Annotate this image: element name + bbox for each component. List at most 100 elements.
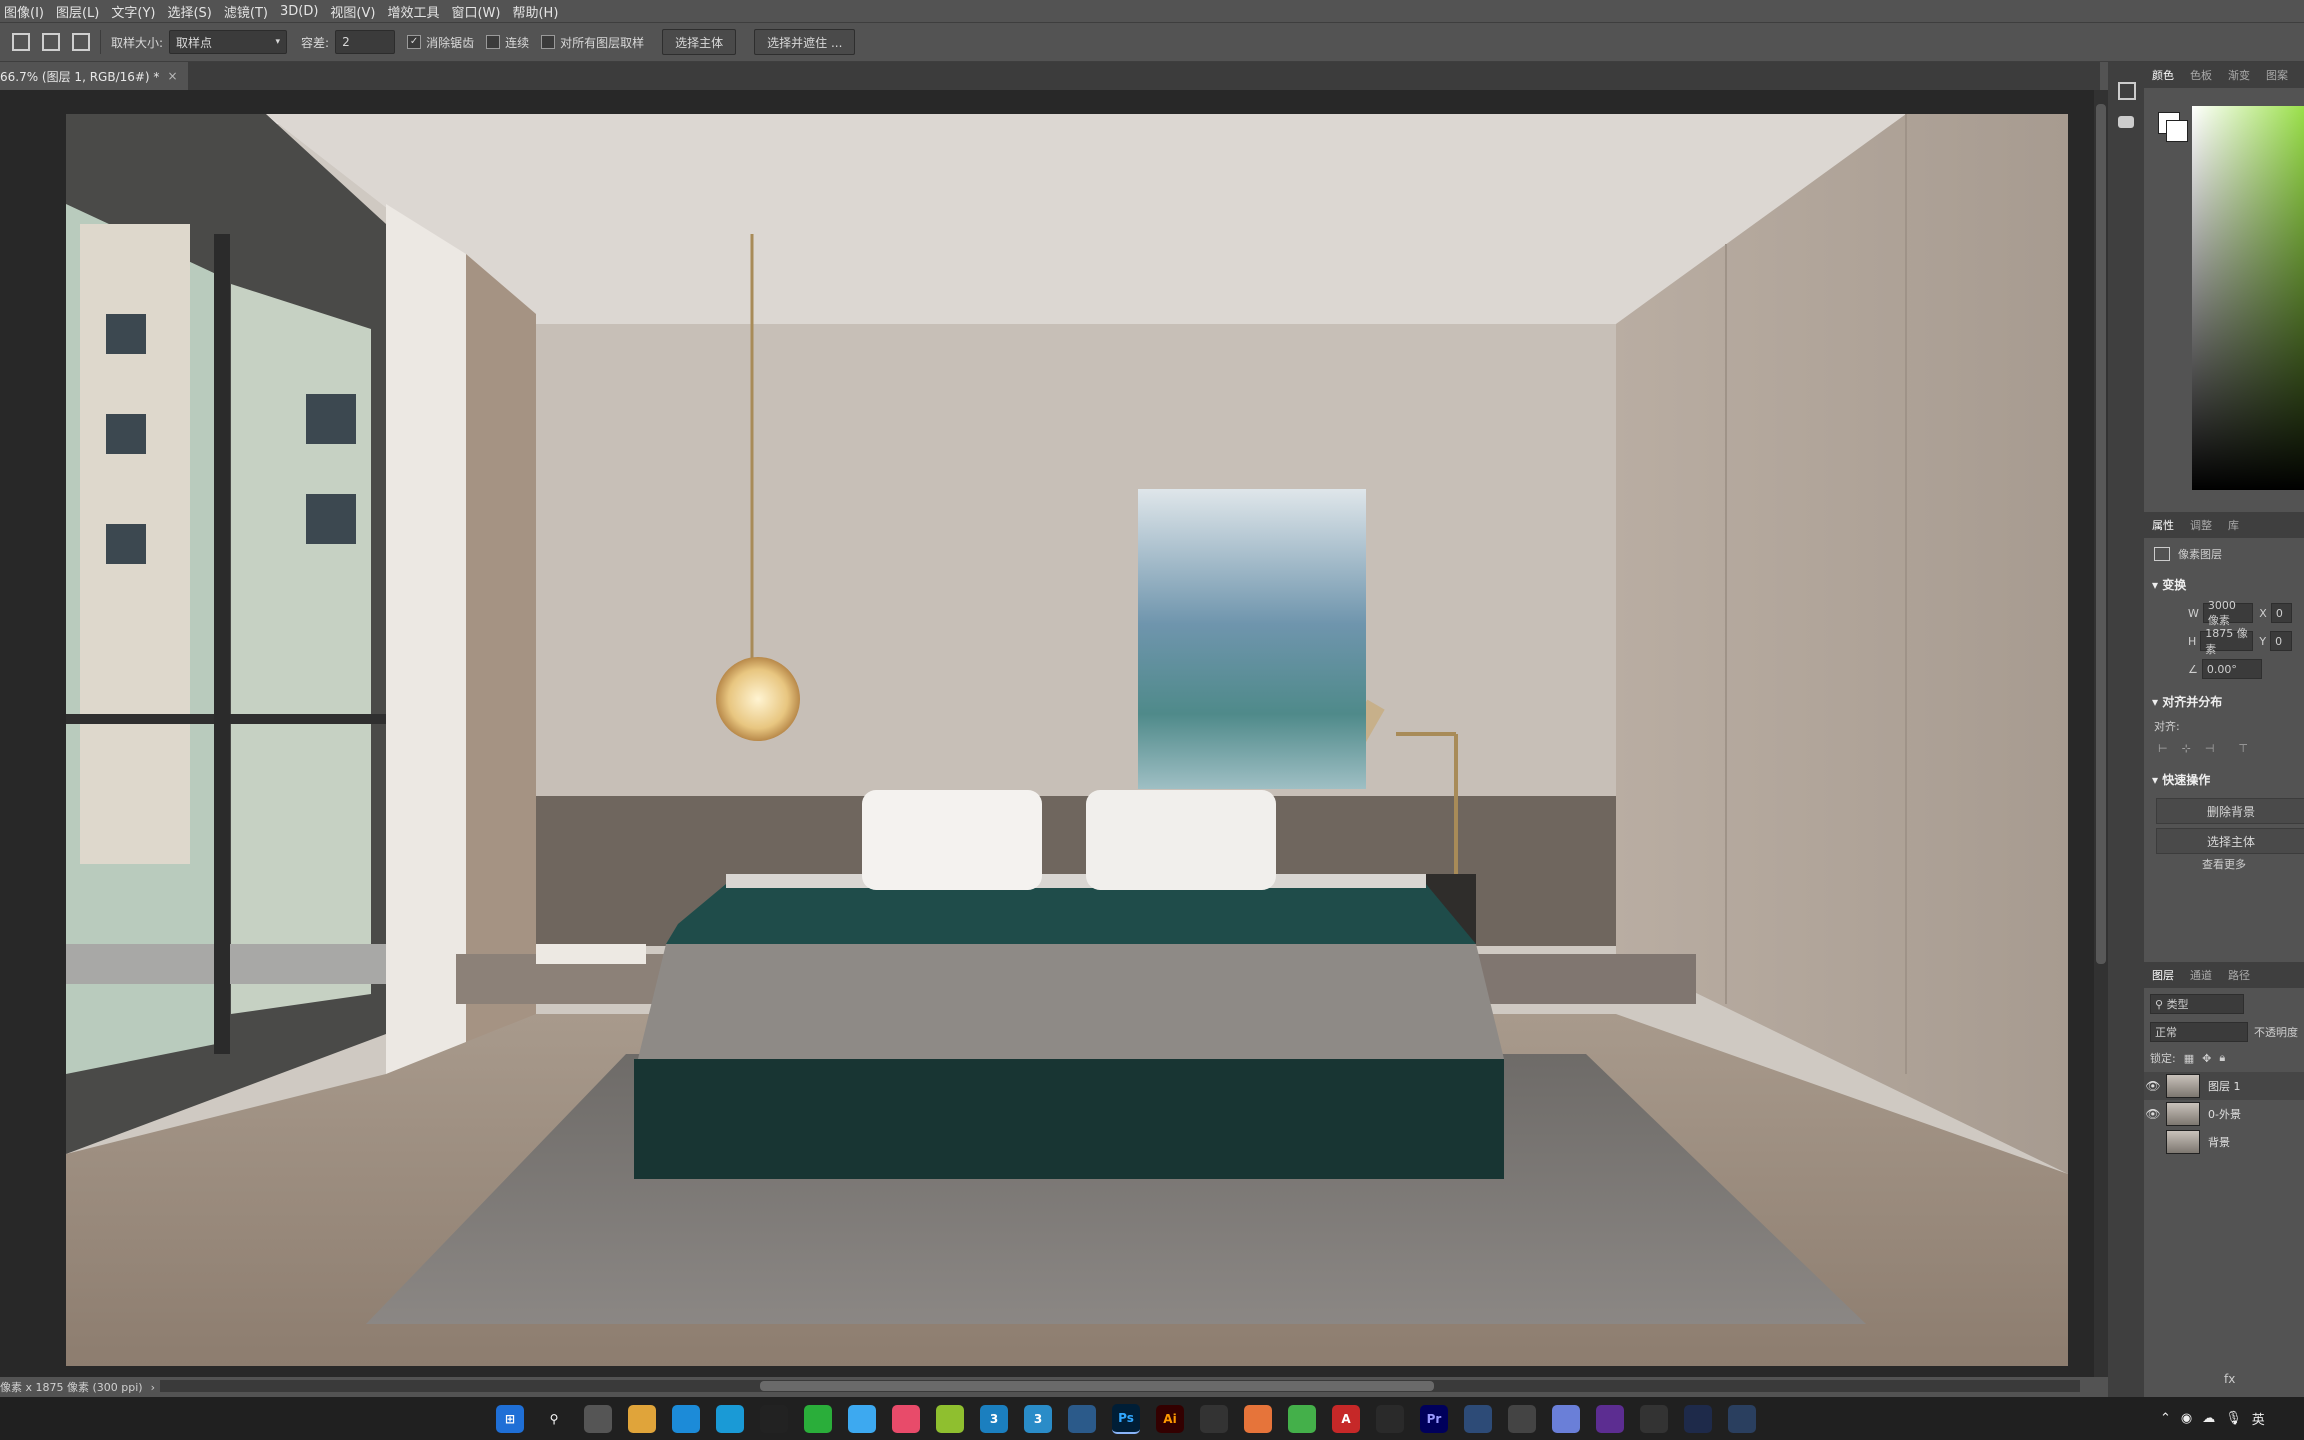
menu-view[interactable]: 视图(V): [330, 2, 375, 21]
view-more-link[interactable]: 查看更多: [2144, 854, 2304, 870]
history-icon[interactable]: [2118, 82, 2136, 100]
horizontal-scroll-thumb[interactable]: [760, 1381, 1434, 1391]
yellow-app-icon[interactable]: [936, 1404, 964, 1433]
document-tab[interactable]: 66.7% (图层 1, RGB/16#) * ×: [0, 62, 188, 90]
menu-filter[interactable]: 滤镜(T): [224, 2, 268, 21]
align-left-icon[interactable]: ⊢: [2158, 742, 2168, 755]
vertical-scroll-thumb[interactable]: [2096, 104, 2106, 964]
quick-actions-header[interactable]: ▾ 快速操作: [2144, 765, 2304, 794]
search-icon[interactable]: ⚲: [540, 1405, 568, 1433]
menu-layer[interactable]: 图层(L): [56, 2, 99, 21]
transform-header[interactable]: ▾ 变换: [2144, 570, 2304, 599]
comment-icon[interactable]: [2118, 116, 2134, 128]
lock-position-icon[interactable]: ✥: [2202, 1052, 2211, 1065]
tab-layers[interactable]: 图层: [2144, 967, 2182, 983]
tab-channels[interactable]: 通道: [2182, 967, 2220, 983]
wechat-icon[interactable]: [804, 1404, 832, 1433]
select-and-mask-button[interactable]: 选择并遮住 ...: [754, 29, 856, 55]
status-menu-icon[interactable]: ›: [151, 1381, 155, 1394]
align-top-icon[interactable]: ⊤: [2238, 742, 2248, 755]
browser-icon[interactable]: [716, 1404, 744, 1433]
visual-studio-icon[interactable]: [1596, 1404, 1624, 1433]
tolerance-input[interactable]: 2: [335, 30, 396, 54]
dark-app-icon[interactable]: [1684, 1404, 1712, 1433]
select-subject-panel-button[interactable]: 选择主体: [2156, 828, 2304, 854]
green-app-icon[interactable]: [1288, 1404, 1316, 1433]
tab-color[interactable]: 颜色: [2144, 67, 2182, 83]
file-explorer-icon[interactable]: [628, 1404, 656, 1433]
lock-all-icon[interactable]: 🔒︎: [2219, 1051, 2225, 1065]
3dsmax-icon[interactable]: 3: [980, 1404, 1008, 1433]
lumion-icon[interactable]: [1464, 1404, 1492, 1433]
tab-gradients[interactable]: 渐变: [2220, 67, 2258, 83]
chevron-up-icon[interactable]: ⌃: [2160, 1411, 2171, 1426]
new-selection-icon[interactable]: [12, 33, 30, 51]
lock-pixels-icon[interactable]: ▦: [2184, 1052, 2194, 1065]
y-input[interactable]: 0: [2270, 631, 2292, 651]
davinci-icon[interactable]: [1376, 1404, 1404, 1433]
network-icon[interactable]: ◉: [2181, 1411, 2192, 1426]
microphone-icon[interactable]: 🎙︎: [2225, 1411, 2242, 1426]
sample-size-select[interactable]: 取样点 ▾: [169, 30, 288, 54]
chrome-icon[interactable]: [1508, 1404, 1536, 1433]
subtract-selection-icon[interactable]: [72, 33, 90, 51]
store-icon[interactable]: [672, 1404, 700, 1433]
tab-libraries[interactable]: 库: [2220, 517, 2247, 533]
music-icon[interactable]: [892, 1404, 920, 1433]
height-input[interactable]: 1875 像素: [2200, 627, 2254, 656]
visibility-eye-icon[interactable]: 👁︎: [2144, 1107, 2162, 1121]
blend-mode-select[interactable]: 正常: [2150, 1022, 2248, 1042]
blue-app-icon[interactable]: [1728, 1404, 1756, 1433]
camera-app-icon[interactable]: [1200, 1404, 1228, 1433]
close-icon[interactable]: ×: [167, 69, 177, 83]
antialias-checkbox[interactable]: ✓: [407, 35, 422, 49]
menu-bar: 图像(I) 图层(L) 文字(Y) 选择(S) 滤镜(T) 3D(D) 视图(V…: [0, 0, 2304, 22]
align-header[interactable]: ▾ 对齐并分布: [2144, 687, 2304, 716]
premiere-icon[interactable]: Pr: [1420, 1404, 1448, 1433]
menu-plugins[interactable]: 增效工具: [387, 2, 439, 21]
layer-filter-select[interactable]: ⚲ 类型: [2150, 994, 2244, 1014]
tab-adjustments[interactable]: 调整: [2182, 517, 2220, 533]
discord-icon[interactable]: [1552, 1404, 1580, 1433]
x-input[interactable]: 0: [2270, 603, 2292, 623]
3dsmax-alt-icon[interactable]: 3: [1024, 1404, 1052, 1433]
menu-type[interactable]: 文字(Y): [111, 2, 155, 21]
menu-select[interactable]: 选择(S): [167, 2, 211, 21]
cube-app-icon[interactable]: [1068, 1404, 1096, 1433]
visibility-eye-icon[interactable]: 👁︎: [2144, 1079, 2162, 1093]
angle-input[interactable]: 0.00°: [2201, 659, 2262, 679]
menu-window[interactable]: 窗口(W): [451, 2, 500, 21]
autocad-icon[interactable]: A: [1332, 1404, 1360, 1433]
windows-start-icon[interactable]: ⊞: [496, 1404, 524, 1433]
player-icon[interactable]: [848, 1404, 876, 1433]
ime-indicator[interactable]: 英: [2252, 1409, 2265, 1428]
select-subject-button[interactable]: 选择主体: [662, 29, 737, 55]
photoshop-icon[interactable]: Ps: [1112, 1403, 1140, 1434]
illustrator-icon[interactable]: Ai: [1156, 1404, 1184, 1433]
width-input[interactable]: 3000 像素: [2202, 599, 2254, 627]
layer-row[interactable]: 👁︎ 图层 1: [2144, 1072, 2304, 1100]
contiguous-checkbox[interactable]: [486, 35, 501, 49]
menu-image[interactable]: 图像(I): [4, 2, 44, 21]
task-view-icon[interactable]: [584, 1404, 612, 1433]
tab-swatches[interactable]: 色板: [2182, 67, 2220, 83]
tab-patterns[interactable]: 图案: [2258, 67, 2296, 83]
background-color-swatch[interactable]: [2166, 120, 2188, 142]
align-center-icon[interactable]: ⊹: [2182, 742, 2191, 755]
remove-background-button[interactable]: 删除背景: [2156, 798, 2304, 824]
paint-app-icon[interactable]: [1244, 1404, 1272, 1433]
qq-icon[interactable]: [760, 1404, 788, 1433]
map-pin-icon[interactable]: [1640, 1404, 1668, 1433]
tab-properties[interactable]: 属性: [2144, 517, 2182, 533]
add-selection-icon[interactable]: [42, 33, 60, 51]
color-picker-field[interactable]: [2192, 106, 2304, 490]
menu-3d[interactable]: 3D(D): [280, 4, 318, 19]
layer-row[interactable]: 背景: [2144, 1128, 2304, 1156]
tab-paths[interactable]: 路径: [2220, 967, 2258, 983]
fx-icon[interactable]: fx: [2224, 1372, 2235, 1386]
sample-all-layers-checkbox[interactable]: [541, 35, 556, 49]
align-right-icon[interactable]: ⊣: [2205, 742, 2215, 755]
cloud-icon[interactable]: ☁: [2202, 1411, 2215, 1426]
menu-help[interactable]: 帮助(H): [512, 2, 558, 21]
layer-row[interactable]: 👁︎ 0-外景: [2144, 1100, 2304, 1128]
